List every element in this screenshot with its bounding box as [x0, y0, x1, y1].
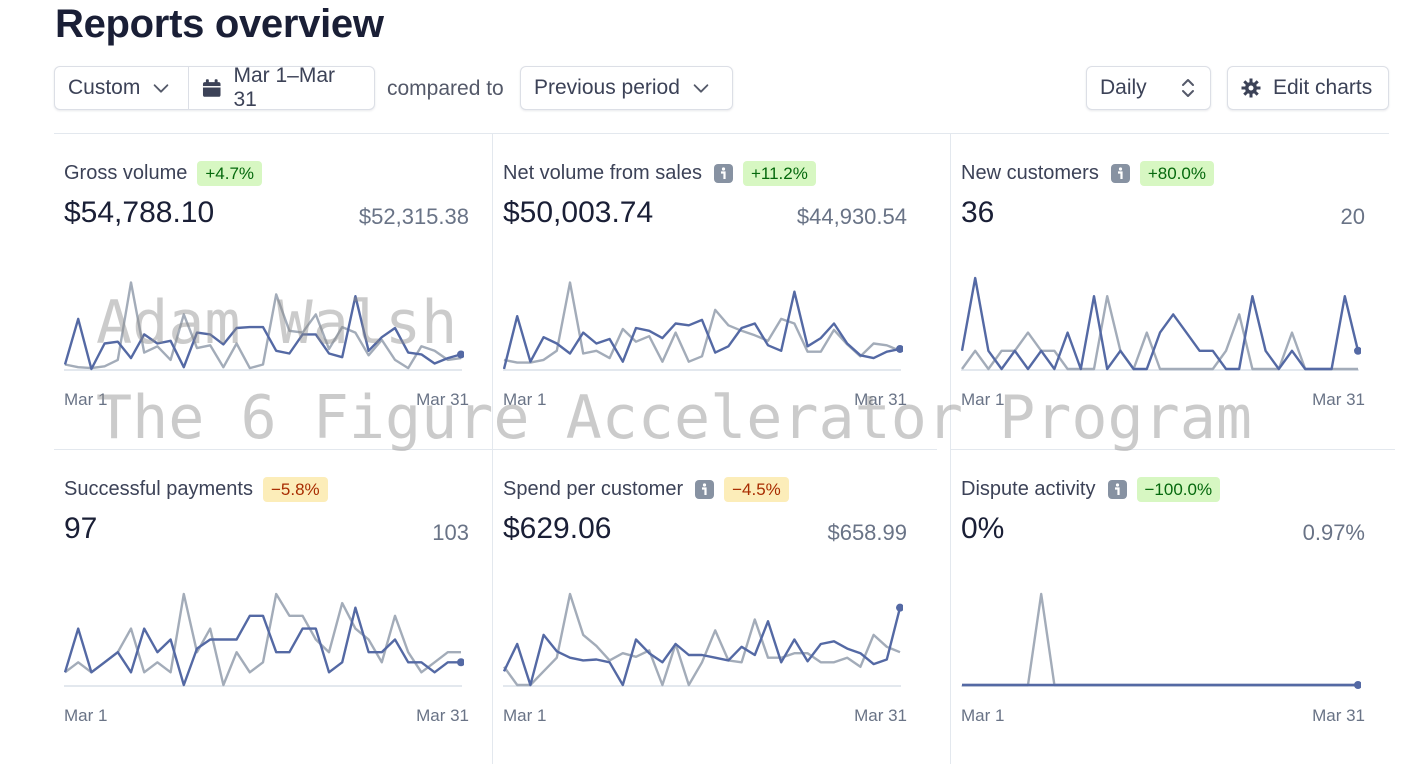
- change-badge: +11.2%: [742, 161, 816, 186]
- change-badge: −5.8%: [262, 477, 328, 502]
- x-axis-end-label: Mar 31: [854, 706, 907, 725]
- sparkline-chart[interactable]: [503, 274, 903, 389]
- current-value: $629.06: [503, 512, 612, 545]
- card-title: Dispute activity: [961, 478, 1096, 500]
- series-line-previous: [962, 592, 1358, 687]
- series-last-point: [896, 603, 903, 612]
- current-value: 36: [961, 196, 995, 229]
- card-title: Spend per customer: [503, 478, 684, 500]
- x-axis-start-label: Mar 1: [961, 706, 1005, 725]
- change-badge: +4.7%: [197, 161, 263, 186]
- chevron-down-icon: [154, 84, 169, 93]
- comparison-dropdown[interactable]: Previous period: [520, 66, 733, 110]
- x-axis-end-label: Mar 31: [854, 390, 907, 409]
- comparison-label: Previous period: [534, 76, 680, 99]
- series-line-previous: [503, 592, 901, 687]
- previous-value: $44,930.54: [796, 204, 907, 229]
- x-axis-start-label: Mar 1: [503, 706, 547, 725]
- sparkline-chart[interactable]: [64, 274, 464, 389]
- series-line-previous: [64, 281, 462, 370]
- change-badge: +80.0%: [1139, 161, 1214, 186]
- previous-value: $52,315.38: [358, 204, 469, 229]
- edit-charts-label: Edit charts: [1273, 76, 1373, 99]
- previous-value: 103: [432, 520, 469, 545]
- report-card-gross-volume[interactable]: Gross volume +4.7% $54,788.10 $52,315.38…: [54, 134, 499, 449]
- card-title: Net volume from sales: [503, 162, 702, 184]
- info-icon[interactable]: [1110, 164, 1130, 183]
- report-grid: Gross volume +4.7% $54,788.10 $52,315.38…: [54, 133, 1395, 764]
- x-axis-end-label: Mar 31: [416, 706, 469, 725]
- x-axis-end-label: Mar 31: [416, 390, 469, 409]
- series-last-point: [457, 658, 464, 667]
- x-axis-start-label: Mar 1: [64, 706, 108, 725]
- x-axis-start-label: Mar 1: [64, 390, 108, 409]
- card-title: New customers: [961, 162, 1099, 184]
- current-value: 0%: [961, 512, 1005, 545]
- report-card-dispute-activity[interactable]: Dispute activity −100.0% 0% 0.97% Mar 1 …: [950, 449, 1395, 764]
- compared-to-label: compared to: [387, 77, 504, 100]
- x-axis-start-label: Mar 1: [961, 390, 1005, 409]
- series-last-point: [1354, 681, 1361, 689]
- series-line-previous: [64, 592, 461, 687]
- series-last-point: [896, 344, 903, 353]
- sparkline-chart[interactable]: [64, 590, 464, 705]
- sparkline-chart[interactable]: [503, 590, 903, 705]
- calendar-icon: [202, 79, 221, 97]
- previous-value: 0.97%: [1302, 520, 1365, 545]
- date-range-picker[interactable]: Mar 1–Mar 31: [188, 64, 374, 111]
- current-value: $50,003.74: [503, 196, 654, 229]
- info-icon[interactable]: [713, 164, 733, 183]
- series-line-current: [503, 607, 902, 687]
- card-title: Gross volume: [64, 162, 188, 184]
- x-axis-end-label: Mar 31: [1312, 706, 1365, 725]
- change-badge: −100.0%: [1136, 477, 1221, 502]
- series-line-current: [64, 606, 461, 687]
- date-range-control: Custom Mar 1–Mar 31: [54, 64, 375, 111]
- series-last-point: [457, 350, 464, 359]
- report-card-new-customers[interactable]: New customers +80.0% 36 20 Mar 1 Mar 31: [950, 134, 1395, 449]
- gear-icon: [1241, 78, 1261, 98]
- sparkline-chart[interactable]: [961, 274, 1361, 389]
- interval-label: Daily: [1100, 76, 1147, 99]
- date-range-label: Mar 1–Mar 31: [233, 64, 336, 111]
- previous-value: $658.99: [827, 520, 907, 545]
- series-line-current: [961, 276, 1360, 371]
- report-card-net-volume-from-sales[interactable]: Net volume from sales +11.2% $50,003.74 …: [492, 134, 937, 449]
- sparkline-chart[interactable]: [961, 590, 1361, 705]
- info-icon[interactable]: [1107, 480, 1127, 499]
- info-icon[interactable]: [695, 480, 715, 499]
- report-card-spend-per-customer[interactable]: Spend per customer −4.5% $629.06 $658.99…: [492, 449, 937, 764]
- current-value: 97: [64, 512, 98, 545]
- toolbar: Custom Mar 1–Mar 31 compared to Previous…: [54, 64, 1389, 112]
- range-preset-label: Custom: [68, 76, 141, 99]
- chevron-down-icon: [693, 84, 709, 93]
- x-axis-end-label: Mar 31: [1312, 390, 1365, 409]
- range-preset-dropdown[interactable]: Custom: [55, 67, 188, 109]
- previous-value: 20: [1340, 204, 1365, 229]
- x-axis-start-label: Mar 1: [503, 390, 547, 409]
- series-last-point: [1354, 346, 1361, 355]
- edit-charts-button[interactable]: Edit charts: [1227, 66, 1389, 110]
- up-down-chevron-icon: [1182, 79, 1194, 97]
- report-card-successful-payments[interactable]: Successful payments −5.8% 97 103 Mar 1 M…: [54, 449, 499, 764]
- change-badge: −4.5%: [724, 477, 789, 502]
- card-title: Successful payments: [64, 478, 253, 500]
- interval-select[interactable]: Daily: [1086, 66, 1211, 110]
- current-value: $54,788.10: [64, 196, 215, 229]
- page-title: Reports overview: [55, 2, 384, 46]
